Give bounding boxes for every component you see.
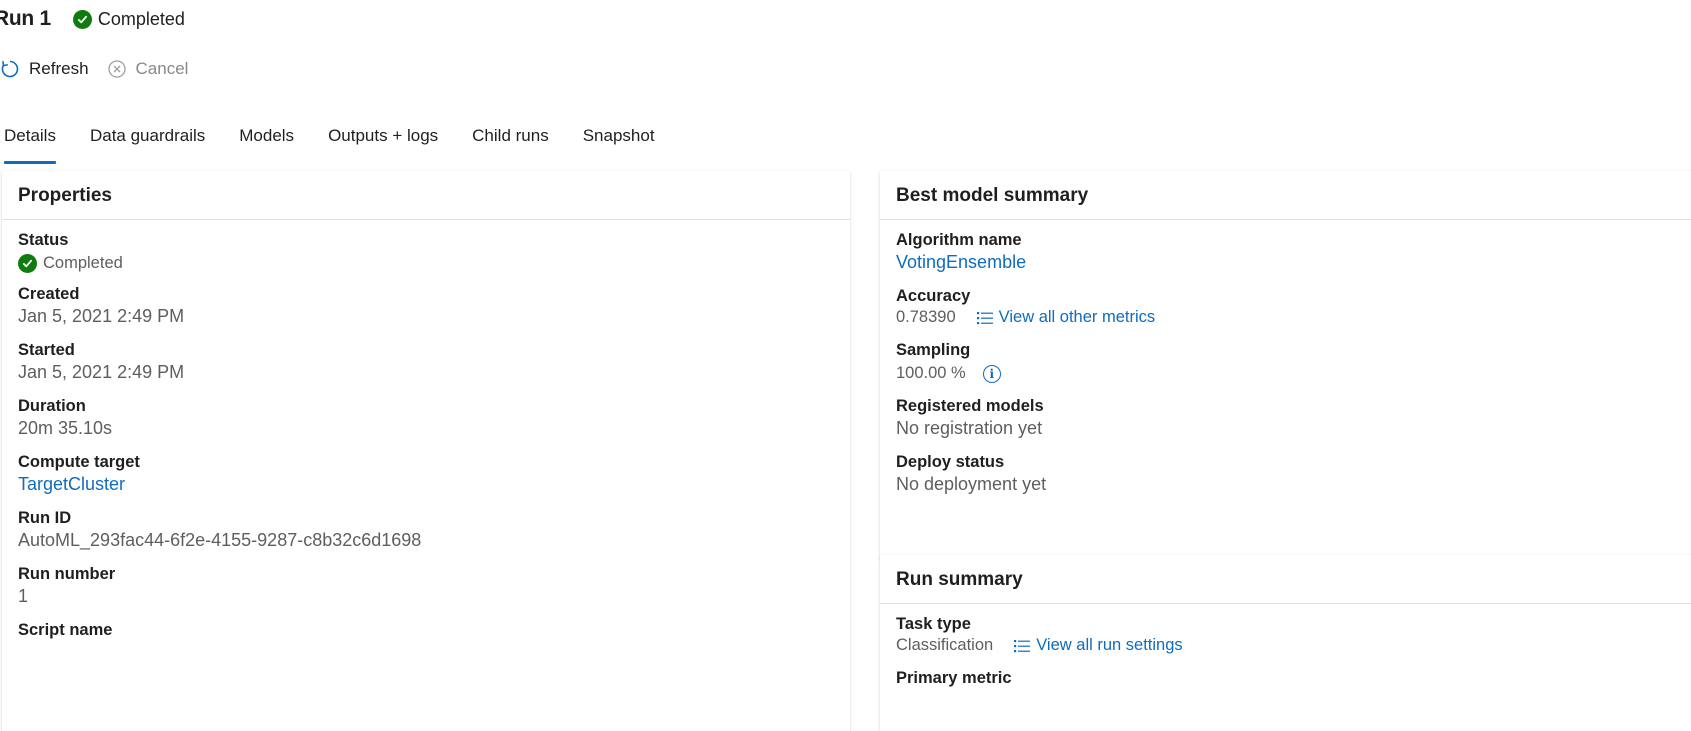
run-summary-title: Run summary [880,555,1691,604]
list-icon [1014,639,1031,652]
run-number-value: 1 [18,586,29,606]
accuracy-row: 0.78390 View all other metrics [896,308,1684,327]
compute-target-label: Compute target [18,453,140,471]
deploy-status-value: No deployment yet [896,474,1047,494]
task-type-row: Classification View all run settings [896,636,1684,655]
task-type-label: Task type [896,615,971,633]
tab-data-guardrails[interactable]: Data guardrails [90,118,205,164]
accuracy-label: Accuracy [896,287,971,305]
algorithm-field: Algorithm name VotingEnsemble [880,231,1691,273]
task-type-value: Classification [896,636,994,654]
algorithm-link[interactable]: VotingEnsemble [896,252,1684,273]
best-model-title: Best model summary [880,171,1691,220]
registered-models-value: No registration yet [896,418,1043,438]
status-field: Status Completed [2,231,850,273]
started-value: Jan 5, 2021 2:49 PM [18,362,185,382]
run-status-badge: Completed [72,8,185,30]
best-model-summary-card: Best model summary Algorithm name Voting… [880,171,1691,558]
sampling-value: 100.00 % [896,364,966,382]
algorithm-label: Algorithm name [896,231,1022,249]
deploy-status-label: Deploy status [896,453,1005,471]
check-circle-icon [18,254,37,273]
status-text: Completed [97,8,185,29]
view-all-run-settings-label: View all run settings [1036,636,1183,654]
properties-card: Properties Status Completed Created Jan … [2,171,850,731]
cancel-label: Cancel [135,59,189,78]
sampling-field: Sampling 100.00 % i [880,341,1691,383]
page-header: Run 1 Completed [0,4,185,34]
accuracy-value: 0.78390 [896,308,956,326]
primary-metric-label: Primary metric [896,669,1012,687]
refresh-button[interactable]: Refresh [0,53,107,85]
list-icon [976,311,993,324]
tab-snapshot[interactable]: Snapshot [583,118,655,164]
duration-value: 20m 35.10s [18,418,113,438]
run-number-field: Run number 1 [2,565,850,607]
refresh-label: Refresh [29,59,89,78]
created-field: Created Jan 5, 2021 2:49 PM [2,285,850,327]
info-icon[interactable]: i [982,364,1001,383]
primary-metric-field: Primary metric [880,669,1691,688]
created-value: Jan 5, 2021 2:49 PM [18,306,185,326]
page-title: Run 1 [0,7,51,30]
cancel-button[interactable]: Cancel [107,53,207,85]
status-value: Completed [18,254,834,273]
run-id-label: Run ID [18,509,72,527]
task-type-field: Task type Classification View all run se… [880,615,1691,655]
run-number-label: Run number [18,565,116,583]
tab-child-runs[interactable]: Child runs [472,118,549,164]
script-name-label: Script name [18,621,113,639]
duration-label: Duration [18,397,86,415]
tab-outputs-logs[interactable]: Outputs + logs [328,118,438,164]
command-bar: Refresh Cancel [0,53,206,85]
sampling-label: Sampling [896,341,971,359]
status-label: Status [18,231,69,249]
refresh-icon [1,60,19,78]
run-summary-card: Run summary Task type Classification Vie… [880,555,1691,731]
tab-bar: Details Data guardrails Models Outputs +… [4,118,689,164]
tab-details[interactable]: Details [4,118,56,164]
registered-models-field: Registered models No registration yet [880,397,1691,439]
created-label: Created [18,285,80,303]
registered-models-label: Registered models [896,397,1044,415]
properties-title: Properties [2,171,850,220]
view-all-metrics-label: View all other metrics [998,308,1156,326]
check-circle-icon [72,9,92,29]
sampling-row: 100.00 % i [896,364,1684,383]
duration-field: Duration 20m 35.10s [2,397,850,439]
cancel-circle-icon [107,60,126,78]
started-label: Started [18,341,75,359]
accuracy-field: Accuracy 0.78390 View all other metrics [880,287,1691,327]
run-id-value: AutoML_293fac44-6f2e-4155-9287-c8b32c6d1… [18,530,422,550]
compute-target-link[interactable]: TargetCluster [18,474,834,495]
script-name-field: Script name [2,621,850,640]
status-value-text: Completed [43,254,123,272]
started-field: Started Jan 5, 2021 2:49 PM [2,341,850,383]
deploy-status-field: Deploy status No deployment yet [880,453,1691,495]
tab-models[interactable]: Models [239,118,294,164]
run-id-field: Run ID AutoML_293fac44-6f2e-4155-9287-c8… [2,509,850,551]
view-all-metrics-link[interactable]: View all other metrics [976,308,1156,327]
compute-target-field: Compute target TargetCluster [2,453,850,495]
view-all-run-settings-link[interactable]: View all run settings [1013,636,1183,655]
